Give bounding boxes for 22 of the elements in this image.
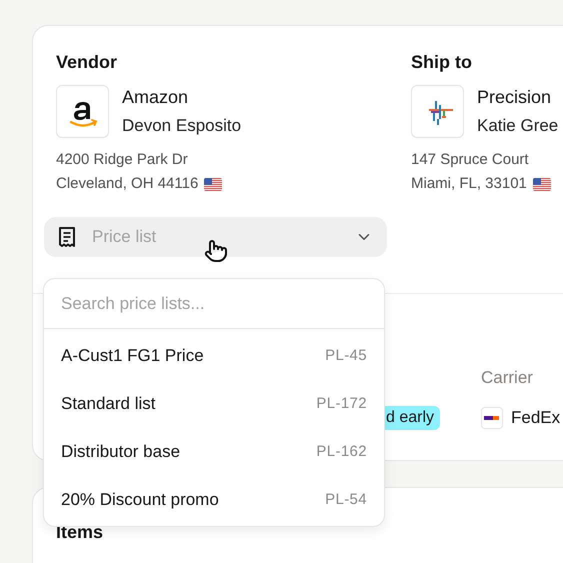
address-line: Cleveland, OH 44116 [56, 172, 388, 196]
receipt-icon [58, 227, 76, 247]
field-label: Carrier [481, 367, 534, 389]
price-list-option[interactable]: 20% Discount promo PL-54 [44, 476, 384, 524]
us-flag-icon [204, 178, 222, 190]
price-list-option[interactable]: A-Cust1 FG1 Price PL-45 [44, 332, 384, 380]
hand-cursor-icon [204, 239, 228, 263]
us-flag-icon [532, 178, 551, 190]
search-field[interactable]: Search price lists... [44, 279, 384, 329]
address-line: 4200 Ridge Park Dr [56, 150, 189, 170]
address-line: 147 Spruce Court [411, 150, 530, 170]
address-line: Miami, FL, 33101 [411, 172, 563, 196]
company-name: Amazon [122, 86, 190, 109]
carrier-name: FedEx [511, 407, 560, 429]
section-heading: Items [56, 521, 104, 544]
section-heading: Vendor [56, 51, 118, 74]
company-name: Precision [477, 86, 552, 109]
contact-name: Katie Gree [477, 115, 558, 137]
fedex-logo-icon [481, 406, 503, 429]
contact-name: Devon Esposito [122, 115, 242, 137]
section-heading: Ship to [411, 51, 473, 74]
price-list-option[interactable]: Distributor base PL-162 [44, 428, 384, 476]
